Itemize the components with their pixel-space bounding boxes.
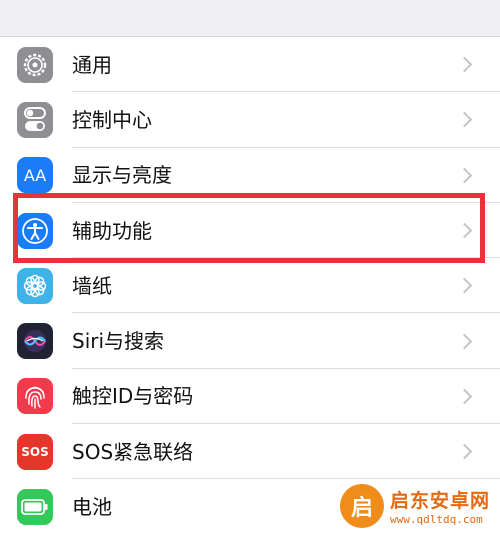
chevron-right-icon bbox=[456, 222, 473, 239]
chevron-right-icon bbox=[456, 333, 473, 349]
settings-item-label: 控制中心 bbox=[72, 107, 152, 132]
settings-item-accessibility[interactable]: 辅助功能 bbox=[0, 203, 500, 259]
watermark-url: www.qdltdq.com bbox=[389, 513, 483, 526]
settings-item-wallpaper[interactable]: 墙纸 bbox=[0, 258, 500, 314]
settings-item-label: 辅助功能 bbox=[72, 218, 152, 243]
settings-item-siri-search[interactable]: Siri与搜索 bbox=[0, 313, 500, 369]
settings-item-label: SOS紧急联络 bbox=[72, 439, 194, 464]
settings-item-label: 显示与亮度 bbox=[72, 163, 172, 188]
settings-item-emergency-sos[interactable]: SOS SOS紧急联络 bbox=[0, 424, 500, 480]
flower-icon bbox=[17, 267, 53, 304]
battery-icon bbox=[17, 489, 53, 526]
siri-icon bbox=[17, 323, 53, 360]
chevron-right-icon bbox=[456, 56, 473, 73]
watermark: 启 启东安卓网 www.qdltdq.com bbox=[335, 482, 496, 530]
settings-item-label: 通用 bbox=[72, 52, 112, 77]
watermark-text: 启东安卓网 www.qdltdq.com bbox=[390, 486, 490, 526]
chevron-right-icon bbox=[456, 167, 473, 184]
toggle-switches-icon bbox=[17, 101, 53, 138]
settings-list: 通用 控制中心 AA 显示与亮度 辅助功能 墙纸 Siri与搜索 触控ID与密码… bbox=[0, 37, 500, 535]
accessibility-icon bbox=[17, 212, 53, 249]
settings-item-label: Siri与搜索 bbox=[72, 329, 165, 354]
watermark-title: 启东安卓网 bbox=[389, 490, 490, 512]
settings-item-display-brightness[interactable]: AA 显示与亮度 bbox=[0, 148, 500, 203]
text-size-glyph: AA bbox=[23, 165, 47, 185]
sos-glyph: SOS bbox=[21, 444, 49, 459]
chevron-right-icon bbox=[456, 278, 473, 294]
fingerprint-icon bbox=[17, 378, 53, 415]
settings-item-control-center[interactable]: 控制中心 bbox=[0, 92, 500, 148]
top-spacer bbox=[0, 0, 500, 37]
settings-item-general[interactable]: 通用 bbox=[0, 37, 500, 93]
chevron-right-icon bbox=[456, 112, 473, 128]
chevron-right-icon bbox=[456, 388, 473, 405]
settings-item-label: 墙纸 bbox=[72, 273, 112, 298]
sos-icon: SOS bbox=[17, 433, 53, 470]
text-size-icon: AA bbox=[17, 157, 53, 194]
settings-item-touch-id-passcode[interactable]: 触控ID与密码 bbox=[0, 369, 500, 425]
chevron-right-icon bbox=[456, 443, 473, 460]
gear-icon bbox=[17, 46, 53, 83]
settings-item-label: 触控ID与密码 bbox=[72, 384, 194, 409]
watermark-logo: 启 bbox=[339, 484, 384, 528]
